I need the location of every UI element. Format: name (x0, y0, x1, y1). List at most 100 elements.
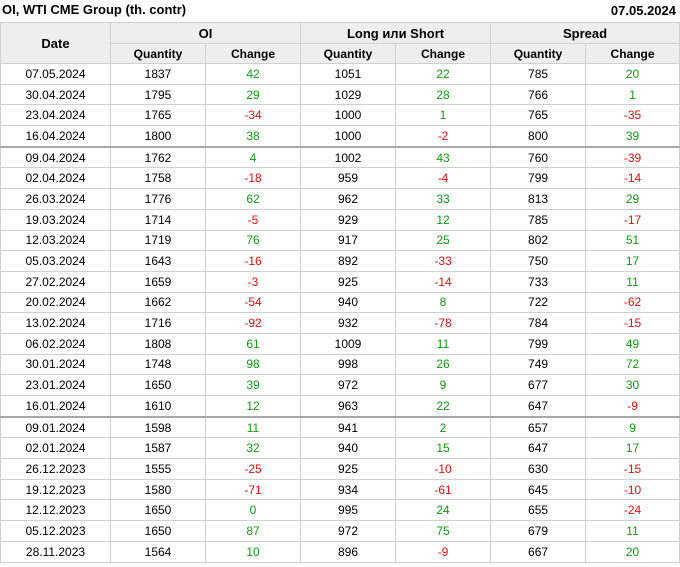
long-short-quantity-cell: 959 (300, 167, 397, 190)
spread-change-cell: -17 (585, 208, 680, 231)
oi-quantity-cell: 1598 (110, 415, 206, 439)
date-cell: 12.03.2024 (0, 229, 111, 252)
table-row: 30.01.2024 1748 98 998 26 749 72 (0, 353, 680, 376)
long-short-quantity-cell: 972 (300, 520, 397, 542)
spread-change-cell: 29 (585, 188, 680, 210)
oi-change-cell: -5 (204, 208, 302, 231)
oi-quantity-cell: 1837 (110, 63, 206, 85)
date-cell: 27.02.2024 (0, 270, 111, 293)
long-short-quantity-cell: 934 (300, 478, 397, 501)
long-short-quantity-cell: 896 (300, 540, 397, 563)
long-short-quantity-cell: 1051 (300, 63, 397, 85)
oi-change-cell: 10 (204, 540, 302, 563)
oi-quantity-cell: 1758 (110, 167, 206, 190)
spread-change-cell: 9 (585, 415, 680, 439)
date-cell: 26.03.2024 (0, 188, 111, 210)
oi-change-cell: 38 (204, 125, 302, 148)
oi-change-cell: 98 (204, 353, 302, 376)
table-row: 09.01.2024 1598 11 941 2 657 9 (0, 415, 680, 439)
long-short-change-cell: 22 (395, 63, 492, 85)
long-short-change-cell: 75 (395, 520, 492, 542)
oi-change-cell: -71 (204, 478, 302, 501)
spread-quantity-cell: 784 (490, 312, 587, 334)
spread-quantity-cell: 630 (490, 458, 587, 480)
spread-change-cell: 39 (585, 125, 680, 148)
oi-quantity-cell: 1714 (110, 208, 206, 231)
spread-quantity-cell: 749 (490, 353, 587, 376)
long-short-change-cell: 1 (395, 104, 492, 127)
date-cell: 19.03.2024 (0, 208, 111, 231)
oi-change-cell: 4 (204, 145, 302, 169)
date-cell: 12.12.2023 (0, 499, 111, 522)
long-short-change-cell: 25 (395, 229, 492, 252)
oi-change-cell: 61 (204, 332, 302, 355)
table-row: 23.04.2024 1765 -34 1000 1 765 -35 (0, 104, 680, 127)
long-short-change-cell: 33 (395, 188, 492, 210)
oi-change-cell: -18 (204, 167, 302, 190)
long-short-quantity-cell: 1029 (300, 83, 397, 106)
oi-quantity-cell: 1564 (110, 540, 206, 563)
table-row: 19.03.2024 1714 -5 929 12 785 -17 (0, 208, 680, 231)
long-short-change-cell: 2 (395, 415, 492, 439)
spread-change-cell: -10 (585, 478, 680, 501)
spread-change-cell: 51 (585, 229, 680, 252)
spread-quantity-cell: 799 (490, 332, 587, 355)
table-row: 19.12.2023 1580 -71 934 -61 645 -10 (0, 478, 680, 501)
table-row: 16.01.2024 1610 12 963 22 647 -9 (0, 394, 680, 418)
long-short-change-header: Change (395, 43, 492, 64)
long-short-quantity-cell: 929 (300, 208, 397, 231)
table-row: 02.01.2024 1587 32 940 15 647 17 (0, 437, 680, 460)
spread-quantity-cell: 679 (490, 520, 587, 542)
long-short-quantity-cell: 1009 (300, 332, 397, 355)
long-short-change-cell: 8 (395, 291, 492, 314)
oi-change-cell: 42 (204, 63, 302, 85)
table-row: 23.01.2024 1650 39 972 9 677 30 (0, 374, 680, 396)
oi-change-cell: 32 (204, 437, 302, 460)
spread-quantity-cell: 655 (490, 499, 587, 522)
long-short-quantity-cell: 932 (300, 312, 397, 334)
oi-quantity-cell: 1800 (110, 125, 206, 148)
spread-quantity-cell: 766 (490, 83, 587, 106)
date-cell: 23.04.2024 (0, 104, 111, 127)
long-short-group-header: Long или Short (300, 22, 492, 44)
long-short-change-cell: 24 (395, 499, 492, 522)
report-title: OI, WTI CME Group (th. contr) (2, 2, 187, 17)
oi-quantity-cell: 1662 (110, 291, 206, 314)
date-cell: 26.12.2023 (0, 458, 111, 480)
table-row: 30.04.2024 1795 29 1029 28 766 1 (0, 83, 680, 106)
table-row: 05.03.2024 1643 -16 892 -33 750 17 (0, 250, 680, 272)
oi-change-cell: 76 (204, 229, 302, 252)
spread-change-cell: 1 (585, 83, 680, 106)
oi-quantity-cell: 1765 (110, 104, 206, 127)
long-short-change-cell: -4 (395, 167, 492, 190)
spread-change-cell: -24 (585, 499, 680, 522)
spread-change-cell: 20 (585, 540, 680, 563)
long-short-quantity-cell: 1000 (300, 104, 397, 127)
long-short-quantity-cell: 962 (300, 188, 397, 210)
long-short-quantity-cell: 998 (300, 353, 397, 376)
spread-quantity-cell: 677 (490, 374, 587, 396)
long-short-quantity-cell: 1000 (300, 125, 397, 148)
date-cell: 30.01.2024 (0, 353, 111, 376)
long-short-change-cell: -9 (395, 540, 492, 563)
spread-group-header: Spread (490, 22, 680, 44)
date-cell: 06.02.2024 (0, 332, 111, 355)
table-row: 09.04.2024 1762 4 1002 43 760 -39 (0, 145, 680, 169)
date-cell: 02.04.2024 (0, 167, 111, 190)
spread-change-header: Change (585, 43, 680, 64)
oi-quantity-cell: 1650 (110, 499, 206, 522)
table-row: 05.12.2023 1650 87 972 75 679 11 (0, 520, 680, 542)
long-short-change-cell: -2 (395, 125, 492, 148)
date-cell: 16.04.2024 (0, 125, 111, 148)
long-short-quantity-cell: 925 (300, 458, 397, 480)
oi-quantity-cell: 1650 (110, 374, 206, 396)
date-cell: 16.01.2024 (0, 394, 111, 418)
long-short-quantity-cell: 940 (300, 291, 397, 314)
spread-quantity-cell: 760 (490, 145, 587, 169)
title-bar: OI, WTI CME Group (th. contr) 07.05.2024 (0, 0, 680, 22)
date-cell: 05.03.2024 (0, 250, 111, 272)
date-cell: 13.02.2024 (0, 312, 111, 334)
oi-change-cell: 11 (204, 415, 302, 439)
spread-change-cell: -15 (585, 312, 680, 334)
spread-change-cell: -14 (585, 167, 680, 190)
